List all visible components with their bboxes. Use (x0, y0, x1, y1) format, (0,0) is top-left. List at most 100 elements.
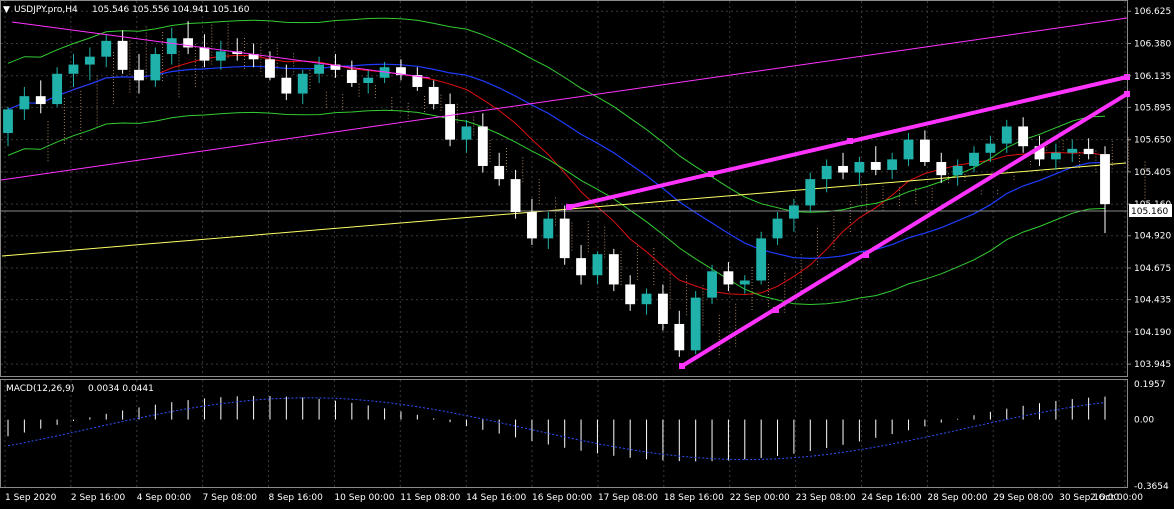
candle-body (592, 254, 603, 276)
time-tick-label: 29 Sep 08:00 (993, 493, 1053, 503)
ichimoku-cloud (47, 23, 1146, 358)
candle-body (707, 271, 717, 298)
price-axis[interactable]: 106.625 106.380 106.135 105.895 105.650 105.4… (1127, 7, 1171, 370)
candle-body (1100, 154, 1110, 205)
ma-blue-line (7, 63, 1106, 260)
candle-body (936, 162, 947, 176)
time-tick-label: 17 Sep 08:00 (598, 493, 658, 503)
macd-panel-frame (0, 379, 1128, 488)
candle-body (150, 54, 161, 81)
trading-chart[interactable]: ▼ USDJPY.pro,H4 105.546 105.556 104.941 … (0, 0, 1174, 509)
candle-body (576, 258, 586, 276)
main-chart-frame (0, 0, 1128, 377)
chart-header-icon[interactable]: ▼ (3, 5, 10, 15)
candle-body (346, 69, 357, 84)
candle-body (314, 64, 325, 74)
candle-body (658, 293, 668, 324)
time-tick-label: 14 Sep 16:00 (466, 493, 526, 503)
candle-body (674, 323, 685, 351)
candle-body (788, 205, 799, 219)
candle-body (101, 40, 112, 57)
price-tick-label: 105.405 (1134, 168, 1171, 178)
candle-body (903, 139, 914, 160)
time-tick-label: 10 Sep 00:00 (334, 493, 394, 503)
time-axis[interactable]: 1 Sep 2020 2 Sep 16:00 4 Sep 00:00 7 Sep 08… (5, 493, 1143, 503)
candle-body (1001, 126, 1012, 144)
candle-body (985, 143, 996, 153)
candle-body (35, 96, 46, 105)
trendline-anchor (566, 204, 572, 210)
candle-body (641, 293, 652, 305)
trendline-drawings[interactable] (0, 17, 1130, 369)
candle-body (870, 162, 881, 170)
candle-body (821, 165, 832, 180)
time-tick-label: 4 Sep 00:00 (137, 493, 192, 503)
candle-body (3, 109, 13, 134)
price-tick-label: 104.190 (1134, 328, 1171, 338)
candle-body (805, 179, 816, 206)
price-tick-label: 104.675 (1134, 264, 1171, 274)
macd-name-label: MACD(12,26,9) (6, 384, 74, 394)
macd-axis: 0.1957 0.00 -0.3654 (1134, 380, 1169, 492)
candle-body (117, 40, 128, 70)
trendline-anchor (847, 138, 853, 144)
price-tick-label: 103.945 (1134, 360, 1171, 370)
candle-body (428, 86, 439, 105)
candle-body (952, 165, 963, 176)
candle-body (919, 139, 930, 163)
macd-signal-line (7, 397, 1106, 461)
candle-body (461, 126, 472, 140)
candle-body (690, 297, 701, 351)
time-tick-label: 16 Sep 00:00 (532, 493, 592, 503)
macd-tick-label: 0.00 (1134, 416, 1154, 426)
candle-body (363, 77, 374, 84)
price-tick-label: 104.435 (1134, 296, 1171, 306)
macd-tick-label: -0.3654 (1134, 482, 1169, 492)
candle-body (527, 212, 537, 239)
price-tick-label: 106.625 (1134, 7, 1171, 17)
macd-values-label: 0.0034 0.0441 (88, 384, 154, 394)
trendline-anchor (679, 363, 685, 369)
candle-body (134, 69, 144, 81)
svg-text:105.160: 105.160 (1131, 207, 1168, 217)
candle-body (510, 179, 521, 213)
candle-body (756, 238, 767, 281)
price-tick-label: 106.135 (1134, 72, 1171, 82)
time-tick-label: 28 Sep 00:00 (927, 493, 987, 503)
candle-body (838, 165, 848, 173)
current-price-tag: 105.160 (1129, 204, 1172, 217)
candle-body (854, 162, 865, 173)
time-tick-label: 1 Sep 2020 (5, 493, 57, 503)
price-tick-label: 105.895 (1134, 103, 1171, 113)
symbol-label: USDJPY.pro,H4 (14, 5, 78, 15)
candle-body (1018, 126, 1029, 147)
price-tick-label: 105.650 (1134, 136, 1171, 146)
macd-tick-label: 0.1957 (1134, 380, 1166, 390)
candle-body (265, 59, 275, 78)
macd-histogram (7, 395, 1106, 462)
candle-body (445, 104, 455, 140)
candle-body (723, 271, 734, 285)
candle-body (739, 280, 750, 285)
candle-body (1067, 148, 1078, 153)
candle-body (68, 64, 79, 74)
time-tick-label: 18 Sep 16:00 (664, 493, 724, 503)
candlestick-series[interactable] (3, 21, 1110, 357)
candle-body (494, 165, 505, 180)
ohlc-values: 105.546 105.556 104.941 105.160 (92, 5, 250, 15)
time-tick-label: 2 Sep 16:00 (71, 493, 126, 503)
time-tick-label: 11 Sep 08:00 (400, 493, 460, 503)
candle-body (477, 126, 488, 166)
candle-body (625, 284, 636, 305)
candle-body (887, 159, 898, 170)
trendline-anchor (773, 307, 779, 313)
time-tick-label: 24 Sep 16:00 (861, 493, 921, 503)
time-tick-label: 23 Sep 08:00 (796, 493, 856, 503)
candle-body (559, 218, 570, 259)
candle-body (199, 47, 210, 61)
candle-body (19, 96, 30, 110)
candle-body (84, 56, 95, 65)
time-tick-label: 8 Sep 16:00 (269, 493, 324, 503)
candle-body (772, 218, 783, 239)
candle-body (1050, 152, 1061, 160)
